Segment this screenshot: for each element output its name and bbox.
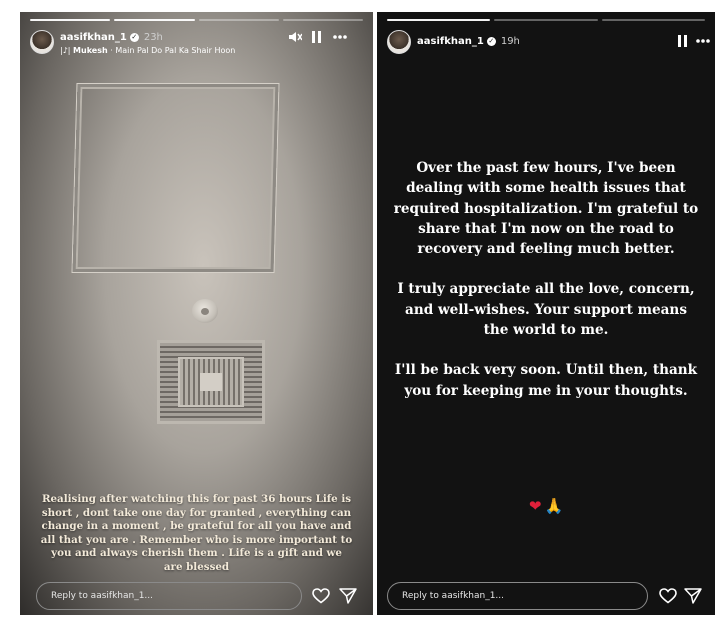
more-icon[interactable]: [695, 34, 711, 52]
reply-input[interactable]: Reply to aasifkhan_1...: [387, 582, 648, 610]
music-note-icon: |♪|: [60, 46, 71, 55]
music-song: Main Pal Do Pal Ka Shair Hoon: [115, 46, 236, 55]
emoji-row: ❤ 🙏: [377, 497, 715, 515]
more-icon[interactable]: [332, 30, 348, 48]
story-panel-right[interactable]: aasifkhan_1 ✓ 19h Over the past few hours,…: [377, 12, 715, 615]
pause-icon[interactable]: [311, 30, 323, 48]
verified-badge-icon: ✓: [486, 36, 496, 46]
heart-icon[interactable]: [311, 586, 331, 606]
progress-segment: [198, 19, 279, 21]
send-icon[interactable]: [683, 586, 703, 606]
progress-segment: [282, 19, 363, 21]
story-header: aasifkhan_1 ✓ 19h: [387, 30, 710, 66]
progress-segment: [30, 19, 111, 21]
verified-badge-icon: ✓: [129, 32, 139, 42]
send-icon[interactable]: [338, 586, 358, 606]
folded-hands-emoji: 🙏: [544, 497, 564, 515]
story-caption: Realising after watching this for past 3…: [40, 493, 353, 573]
story-header: aasifkhan_1 ✓ 23h |♪| Mukesh · Main Pal Do…: [30, 30, 363, 66]
progress-segment: [114, 19, 195, 21]
message-paragraph-3: I'll be back very soon. Until then, than…: [394, 362, 698, 399]
progress-segment: [601, 19, 705, 21]
username[interactable]: aasifkhan_1: [417, 36, 484, 47]
story-panel-left[interactable]: aasifkhan_1 ✓ 23h |♪| Mukesh · Main Pal Do…: [20, 12, 373, 615]
music-info[interactable]: |♪| Mukesh · Main Pal Do Pal Ka Shair Ho…: [60, 46, 235, 55]
story-progress: [30, 19, 363, 21]
red-heart-emoji: ❤: [528, 497, 542, 515]
reply-input[interactable]: Reply to aasifkhan_1...: [36, 582, 302, 610]
username[interactable]: aasifkhan_1: [60, 32, 127, 43]
mute-icon[interactable]: [288, 30, 303, 48]
message-paragraph-2: I truly appreciate all the love, concern…: [397, 281, 695, 339]
story-message: Over the past few hours, I've been deali…: [393, 158, 699, 421]
music-artist: Mukesh: [73, 46, 108, 55]
avatar[interactable]: [30, 30, 54, 54]
story-progress: [387, 19, 705, 21]
pause-icon[interactable]: [677, 34, 689, 52]
reply-placeholder: Reply to aasifkhan_1...: [51, 591, 154, 601]
heart-icon[interactable]: [658, 586, 678, 606]
ceiling-access-panel: [72, 84, 279, 272]
message-paragraph-1: Over the past few hours, I've been deali…: [393, 160, 699, 258]
reply-placeholder: Reply to aasifkhan_1...: [402, 591, 505, 601]
progress-segment: [494, 19, 598, 21]
avatar[interactable]: [387, 30, 411, 54]
air-vent-diffuser: [157, 340, 265, 424]
post-time: 19h: [500, 36, 520, 47]
post-time: 23h: [143, 32, 163, 43]
smoke-detector: [192, 299, 218, 323]
progress-segment: [387, 19, 491, 21]
